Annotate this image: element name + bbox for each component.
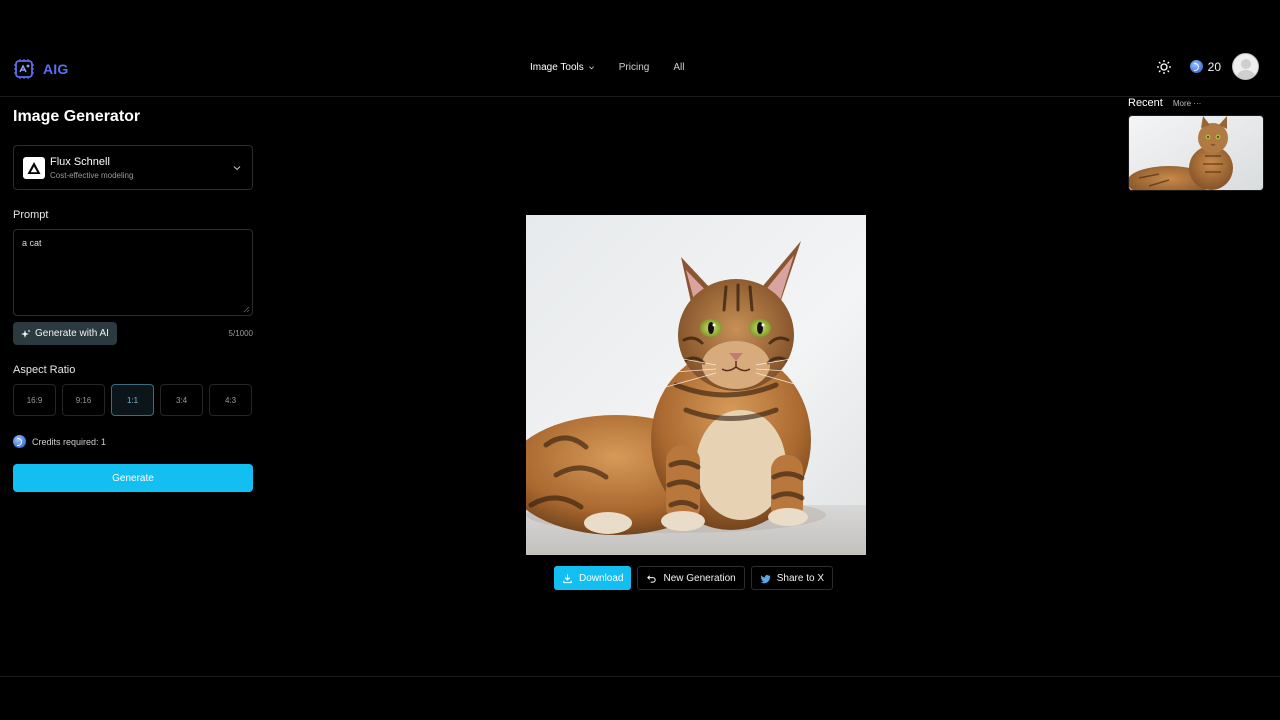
share-to-x-button[interactable]: Share to X (750, 566, 834, 590)
avatar[interactable] (1232, 53, 1259, 80)
ratio-1-1[interactable]: 1:1 (111, 384, 154, 416)
coin-icon (13, 435, 26, 448)
credits-required: Credits required: 1 (13, 435, 253, 448)
generate-button[interactable]: Generate (13, 464, 253, 492)
generate-with-ai-button[interactable]: Generate with AI (13, 322, 117, 345)
resize-handle-icon[interactable] (243, 306, 250, 313)
brand-logo-icon (14, 59, 34, 79)
result-actions: Download New Generation Share to X (554, 566, 834, 590)
model-logo-icon (23, 156, 45, 179)
nav-pricing[interactable]: Pricing (619, 62, 650, 73)
sparkle-icon (21, 329, 31, 338)
nav-image-tools[interactable]: Image Tools (530, 62, 595, 73)
recent-title: Recent (1128, 97, 1163, 109)
generated-image[interactable] (526, 215, 866, 555)
chevron-down-icon (588, 66, 594, 70)
recent-panel: Recent More ··· (1128, 97, 1264, 191)
model-select[interactable]: Flux Schnell Cost-effective modeling (13, 145, 253, 190)
brand[interactable]: AIG (13, 58, 69, 80)
undo-icon (647, 574, 657, 583)
nav-all-label: All (673, 62, 685, 73)
top-navbar: AIG Image Tools Pricing All 20 (0, 40, 1280, 97)
coin-icon (1189, 60, 1203, 73)
ratio-3-4[interactable]: 3:4 (160, 384, 203, 416)
nav-all[interactable]: All (673, 62, 684, 73)
char-counter: 5/1000 (228, 329, 253, 338)
avatar-icon (1241, 59, 1251, 69)
page-title: Image Generator (13, 108, 141, 125)
new-generation-button[interactable]: New Generation (637, 566, 745, 590)
share-to-x-label: Share to X (776, 572, 825, 584)
download-button[interactable]: Download (554, 566, 632, 590)
ratio-16-9[interactable]: 16:9 (13, 384, 56, 416)
main-nav: Image Tools Pricing All (530, 62, 684, 73)
ratio-4-3[interactable]: 4:3 (209, 384, 252, 416)
brand-name: AIG (43, 61, 69, 77)
download-label: Download (579, 572, 624, 584)
aspect-ratio-group: 16:9 9:16 1:1 3:4 4:3 (13, 384, 253, 416)
header-actions: 20 (1156, 53, 1259, 80)
ratio-9-16[interactable]: 9:16 (62, 384, 105, 416)
new-generation-label: New Generation (663, 572, 736, 584)
generate-label: Generate (112, 472, 154, 484)
nav-pricing-label: Pricing (618, 62, 650, 73)
cat-image (526, 215, 866, 555)
credits-required-text: Credits required: 1 (32, 436, 107, 447)
model-subtitle: Cost-effective modeling (50, 170, 134, 180)
download-icon (563, 573, 572, 583)
model-name: Flux Schnell (50, 155, 110, 168)
prompt-input[interactable]: a cat (13, 229, 253, 316)
aspect-ratio-label: Aspect Ratio (13, 364, 76, 376)
footer-divider (0, 676, 1280, 677)
twitter-icon (760, 574, 771, 583)
sun-icon[interactable] (1156, 59, 1172, 75)
prompt-label: Prompt (13, 209, 49, 221)
generator-panel: Image Generator Flux Schnell Cost-effect… (13, 108, 253, 492)
prompt-value: a cat (22, 238, 42, 248)
recent-more-link[interactable]: More ··· (1173, 99, 1201, 108)
nav-image-tools-label: Image Tools (530, 62, 584, 73)
credits-balance[interactable]: 20 (1189, 59, 1221, 74)
generate-with-ai-label: Generate with AI (35, 328, 109, 339)
cat-thumbnail-image (1129, 116, 1263, 190)
recent-thumbnail[interactable] (1128, 115, 1264, 191)
credits-count: 20 (1207, 59, 1221, 74)
chevron-down-icon (233, 166, 241, 171)
